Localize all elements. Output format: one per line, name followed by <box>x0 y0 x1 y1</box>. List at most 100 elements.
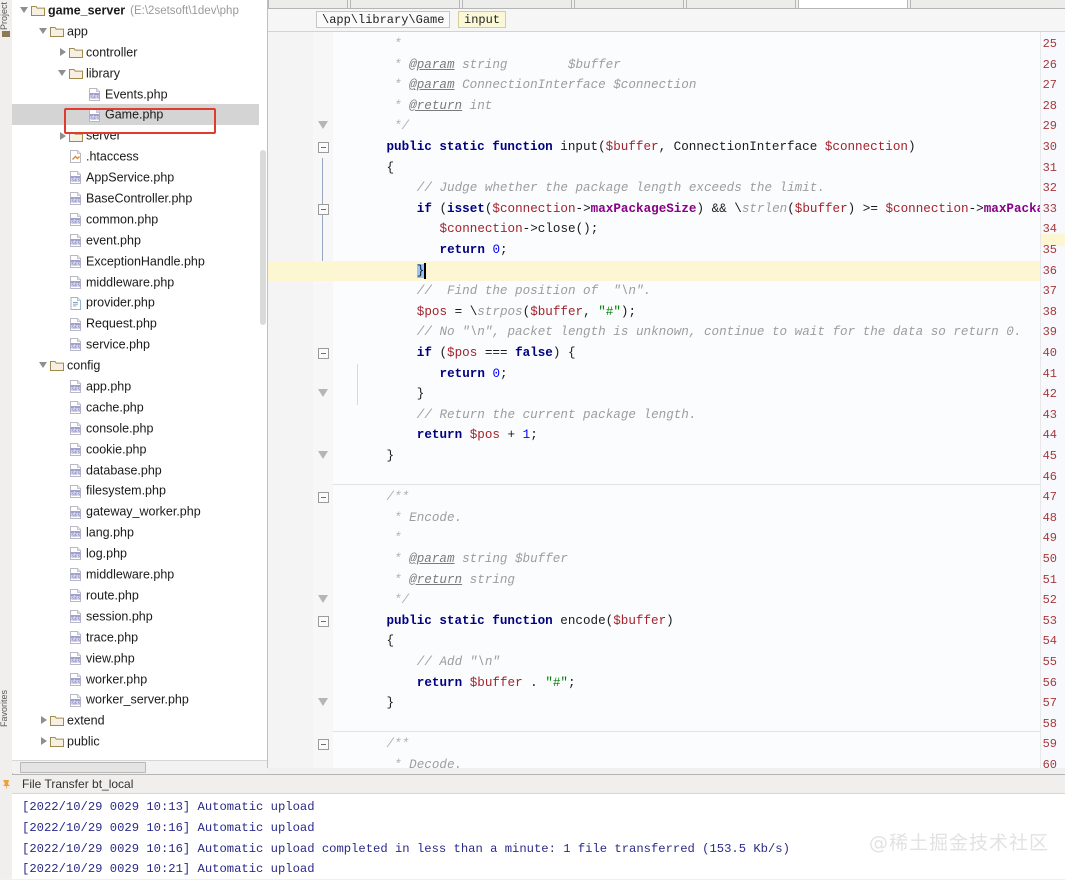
project-tree-panel[interactable]: game_server (E:\2setsoft\1dev\php app contr… <box>12 0 268 768</box>
fold-collapse-icon[interactable] <box>318 142 329 153</box>
line-number[interactable]: 30 <box>1019 137 1057 158</box>
line-number[interactable]: 50 <box>1019 549 1057 570</box>
line-number[interactable]: 34 <box>1019 219 1057 240</box>
tree-vertical-scrollbar[interactable] <box>259 0 267 760</box>
line-number[interactable]: 55 <box>1019 652 1057 673</box>
chevron-right-icon[interactable] <box>58 46 69 57</box>
line-number[interactable]: 32 <box>1019 178 1057 199</box>
tool-window-label-favorites[interactable]: Favorites <box>0 690 9 727</box>
fold-end-icon[interactable] <box>318 389 329 400</box>
fold-collapse-icon[interactable] <box>318 615 329 627</box>
editor-tab-6[interactable] <box>910 0 1065 8</box>
tree-item-worker-server-php[interactable]: php worker_server.php <box>12 689 267 710</box>
line-number[interactable]: 46 <box>1019 467 1057 488</box>
code-line[interactable]: * @return int <box>394 96 492 117</box>
line-number[interactable]: 28 <box>1019 96 1057 117</box>
code-line[interactable]: { <box>386 158 394 179</box>
tree-item-route-php[interactable]: php route.php <box>12 585 267 606</box>
editor-tab-3[interactable] <box>462 0 572 8</box>
tree-item-view-php[interactable]: php view.php <box>12 648 267 669</box>
code-line[interactable]: /** <box>386 487 409 508</box>
code-line[interactable]: public static function input($buffer, Co… <box>386 137 915 158</box>
chevron-down-icon[interactable] <box>39 359 50 370</box>
line-number[interactable]: 37 <box>1019 281 1057 302</box>
tree-item-request-php[interactable]: php Request.php <box>12 313 267 334</box>
tree-item-log-php[interactable]: php log.php <box>12 543 267 564</box>
tree-item-filesystem-php[interactable]: php filesystem.php <box>12 480 267 501</box>
chevron-down-icon[interactable] <box>58 67 69 78</box>
code-line[interactable]: */ <box>394 116 409 137</box>
fold-collapse-icon[interactable] <box>318 203 329 215</box>
tree-item-public[interactable]: public <box>12 731 267 752</box>
code-line[interactable]: if ($pos === false) { <box>417 343 576 364</box>
tree-item-basecontroller-php[interactable]: php BaseController.php <box>12 188 267 209</box>
tree-item-events-php[interactable]: php Events.php <box>12 84 267 105</box>
line-number[interactable]: 49 <box>1019 528 1057 549</box>
tree-item-library[interactable]: library <box>12 63 267 84</box>
line-number[interactable]: 56 <box>1019 673 1057 694</box>
code-line[interactable]: * @param string $buffer <box>394 549 568 570</box>
line-number[interactable]: 25 <box>1019 34 1057 55</box>
line-number-gutter[interactable] <box>268 32 314 768</box>
tree-item-extend[interactable]: extend <box>12 710 267 731</box>
code-line[interactable]: } <box>386 446 394 467</box>
chevron-right-icon[interactable] <box>39 735 50 746</box>
tree-item-lang-php[interactable]: php lang.php <box>12 522 267 543</box>
editor-tab-active[interactable] <box>798 0 908 8</box>
line-number[interactable]: 31 <box>1019 158 1057 179</box>
chevron-right-icon[interactable] <box>58 130 69 141</box>
tree-hscroll-thumb[interactable] <box>20 762 146 773</box>
line-number[interactable]: 43 <box>1019 405 1057 426</box>
tree-item-worker-php[interactable]: php worker.php <box>12 669 267 690</box>
editor-tab-5[interactable] <box>686 0 796 8</box>
code-line[interactable]: return $buffer . "#"; <box>417 673 576 694</box>
code-line[interactable]: /** <box>386 734 409 755</box>
line-number[interactable]: 51 <box>1019 570 1057 591</box>
code-line[interactable]: * <box>394 34 402 55</box>
code-line[interactable]: return 0; <box>440 240 508 261</box>
code-line[interactable]: if (isset($connection->maxPackageSize) &… <box>417 199 1065 220</box>
line-number[interactable]: 57 <box>1019 693 1057 714</box>
tree-item-provider-php[interactable]: provider.php <box>12 292 267 313</box>
tree-item-config[interactable]: config <box>12 355 267 376</box>
tree-item-controller[interactable]: controller <box>12 42 267 63</box>
line-number[interactable]: 40 <box>1019 343 1057 364</box>
tree-item-service-php[interactable]: php service.php <box>12 334 267 355</box>
code-line[interactable]: // Judge whether the package length exce… <box>417 178 825 199</box>
tree-item-console-php[interactable]: php console.php <box>12 418 267 439</box>
editor-tab-2[interactable] <box>350 0 460 8</box>
fold-collapse-icon[interactable] <box>318 739 329 751</box>
fold-collapse-icon[interactable] <box>318 492 329 504</box>
code-line[interactable]: * @return string <box>394 570 515 591</box>
pin-icon[interactable] <box>2 780 10 790</box>
line-number[interactable]: 60 <box>1019 755 1057 768</box>
line-number[interactable]: 26 <box>1019 55 1057 76</box>
code-line[interactable]: { <box>386 631 394 652</box>
code-view[interactable]: * * @param string $buffer * @param Connect… <box>268 32 1065 768</box>
code-line[interactable]: public static function encode($buffer) <box>386 611 673 632</box>
tree-item-trace-php[interactable]: php trace.php <box>12 627 267 648</box>
code-line[interactable]: $pos = \strpos($buffer, "#"); <box>417 302 636 323</box>
editor-tab-4[interactable] <box>574 0 684 8</box>
code-line[interactable]: * @param ConnectionInterface $connection <box>394 75 696 96</box>
line-number[interactable]: 35 <box>1019 240 1057 261</box>
line-number[interactable]: 52 <box>1019 590 1057 611</box>
breadcrumb-member[interactable]: input <box>458 11 507 28</box>
tree-item-game-php[interactable]: php Game.php <box>12 104 267 126</box>
code-line[interactable]: return $pos + 1; <box>417 425 538 446</box>
line-number[interactable]: 38 <box>1019 302 1057 323</box>
editor-area[interactable]: \app\library\Game input * * @param string… <box>268 0 1065 768</box>
code-line[interactable]: return 0; <box>440 364 508 385</box>
code-line[interactable]: * Decode. <box>394 755 462 768</box>
code-line[interactable]: // Add "\n" <box>417 652 500 673</box>
tree-item-server[interactable]: server <box>12 125 267 146</box>
fold-end-icon[interactable] <box>318 121 329 132</box>
tree-item-middleware-php[interactable]: php middleware.php <box>12 564 267 585</box>
code-line[interactable]: * @param string $buffer <box>394 55 621 76</box>
tree-item-session-php[interactable]: php session.php <box>12 606 267 627</box>
line-number[interactable]: 53 <box>1019 611 1057 632</box>
line-number[interactable]: 41 <box>1019 364 1057 385</box>
line-number[interactable]: 45 <box>1019 446 1057 467</box>
tree-item-common-php[interactable]: php common.php <box>12 209 267 230</box>
code-line[interactable]: $connection->close(); <box>440 219 599 240</box>
